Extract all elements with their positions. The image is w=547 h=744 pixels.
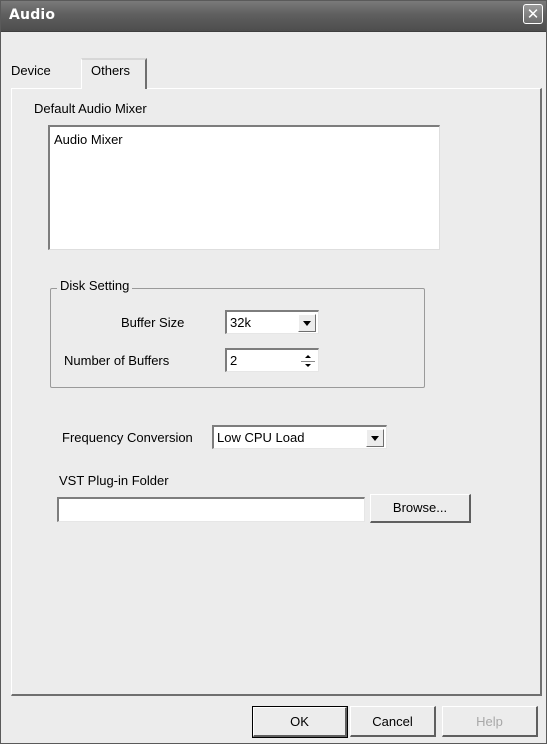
buffer-size-label: Buffer Size [121, 315, 185, 330]
browse-button[interactable]: Browse... [370, 494, 471, 523]
close-button[interactable]: ✕ [523, 4, 543, 24]
title-bar[interactable]: Audio ✕ [1, 1, 546, 32]
list-item[interactable]: Audio Mixer [54, 132, 123, 147]
spinner-buttons [300, 352, 316, 371]
ok-button-label: OK [290, 714, 309, 729]
tab-device[interactable]: Device [11, 63, 51, 78]
audio-mixer-listbox[interactable]: Audio Mixer [48, 125, 440, 250]
default-audio-mixer-label: Default Audio Mixer [34, 101, 147, 116]
number-of-buffers-value: 2 [230, 353, 238, 368]
browse-button-label: Browse... [392, 500, 448, 515]
tab-device-label: Device [11, 63, 51, 78]
disk-setting-legend: Disk Setting [57, 278, 133, 293]
chevron-down-icon[interactable] [366, 429, 384, 447]
cancel-button[interactable]: Cancel [350, 706, 436, 737]
close-icon: ✕ [526, 5, 540, 23]
help-button-label: Help [476, 714, 503, 729]
spin-up-icon[interactable] [300, 352, 316, 361]
number-of-buffers-label: Number of Buffers [64, 353, 170, 368]
chevron-down-icon[interactable] [298, 314, 316, 332]
frequency-conversion-value: Low CPU Load [217, 430, 305, 445]
vst-plugin-folder-input[interactable] [57, 497, 365, 522]
frequency-conversion-label: Frequency Conversion [62, 430, 193, 445]
disk-setting-group [50, 288, 425, 388]
window-title: Audio [9, 7, 56, 23]
spin-down-icon[interactable] [300, 362, 316, 371]
audio-dialog: Audio ✕ Device Others Default Audio Mixe… [0, 0, 547, 744]
ok-button[interactable]: OK [252, 706, 348, 738]
vst-plugin-folder-label: VST Plug-in Folder [59, 473, 169, 488]
help-button[interactable]: Help [442, 706, 538, 737]
cancel-button-label: Cancel [372, 714, 413, 729]
tab-others[interactable]: Others [81, 58, 147, 89]
tab-others-label: Others [91, 63, 131, 78]
number-of-buffers-spinner[interactable]: 2 [225, 348, 319, 372]
buffer-size-value: 32k [230, 315, 251, 330]
frequency-conversion-dropdown[interactable]: Low CPU Load [212, 425, 387, 449]
buffer-size-dropdown[interactable]: 32k [225, 310, 319, 334]
